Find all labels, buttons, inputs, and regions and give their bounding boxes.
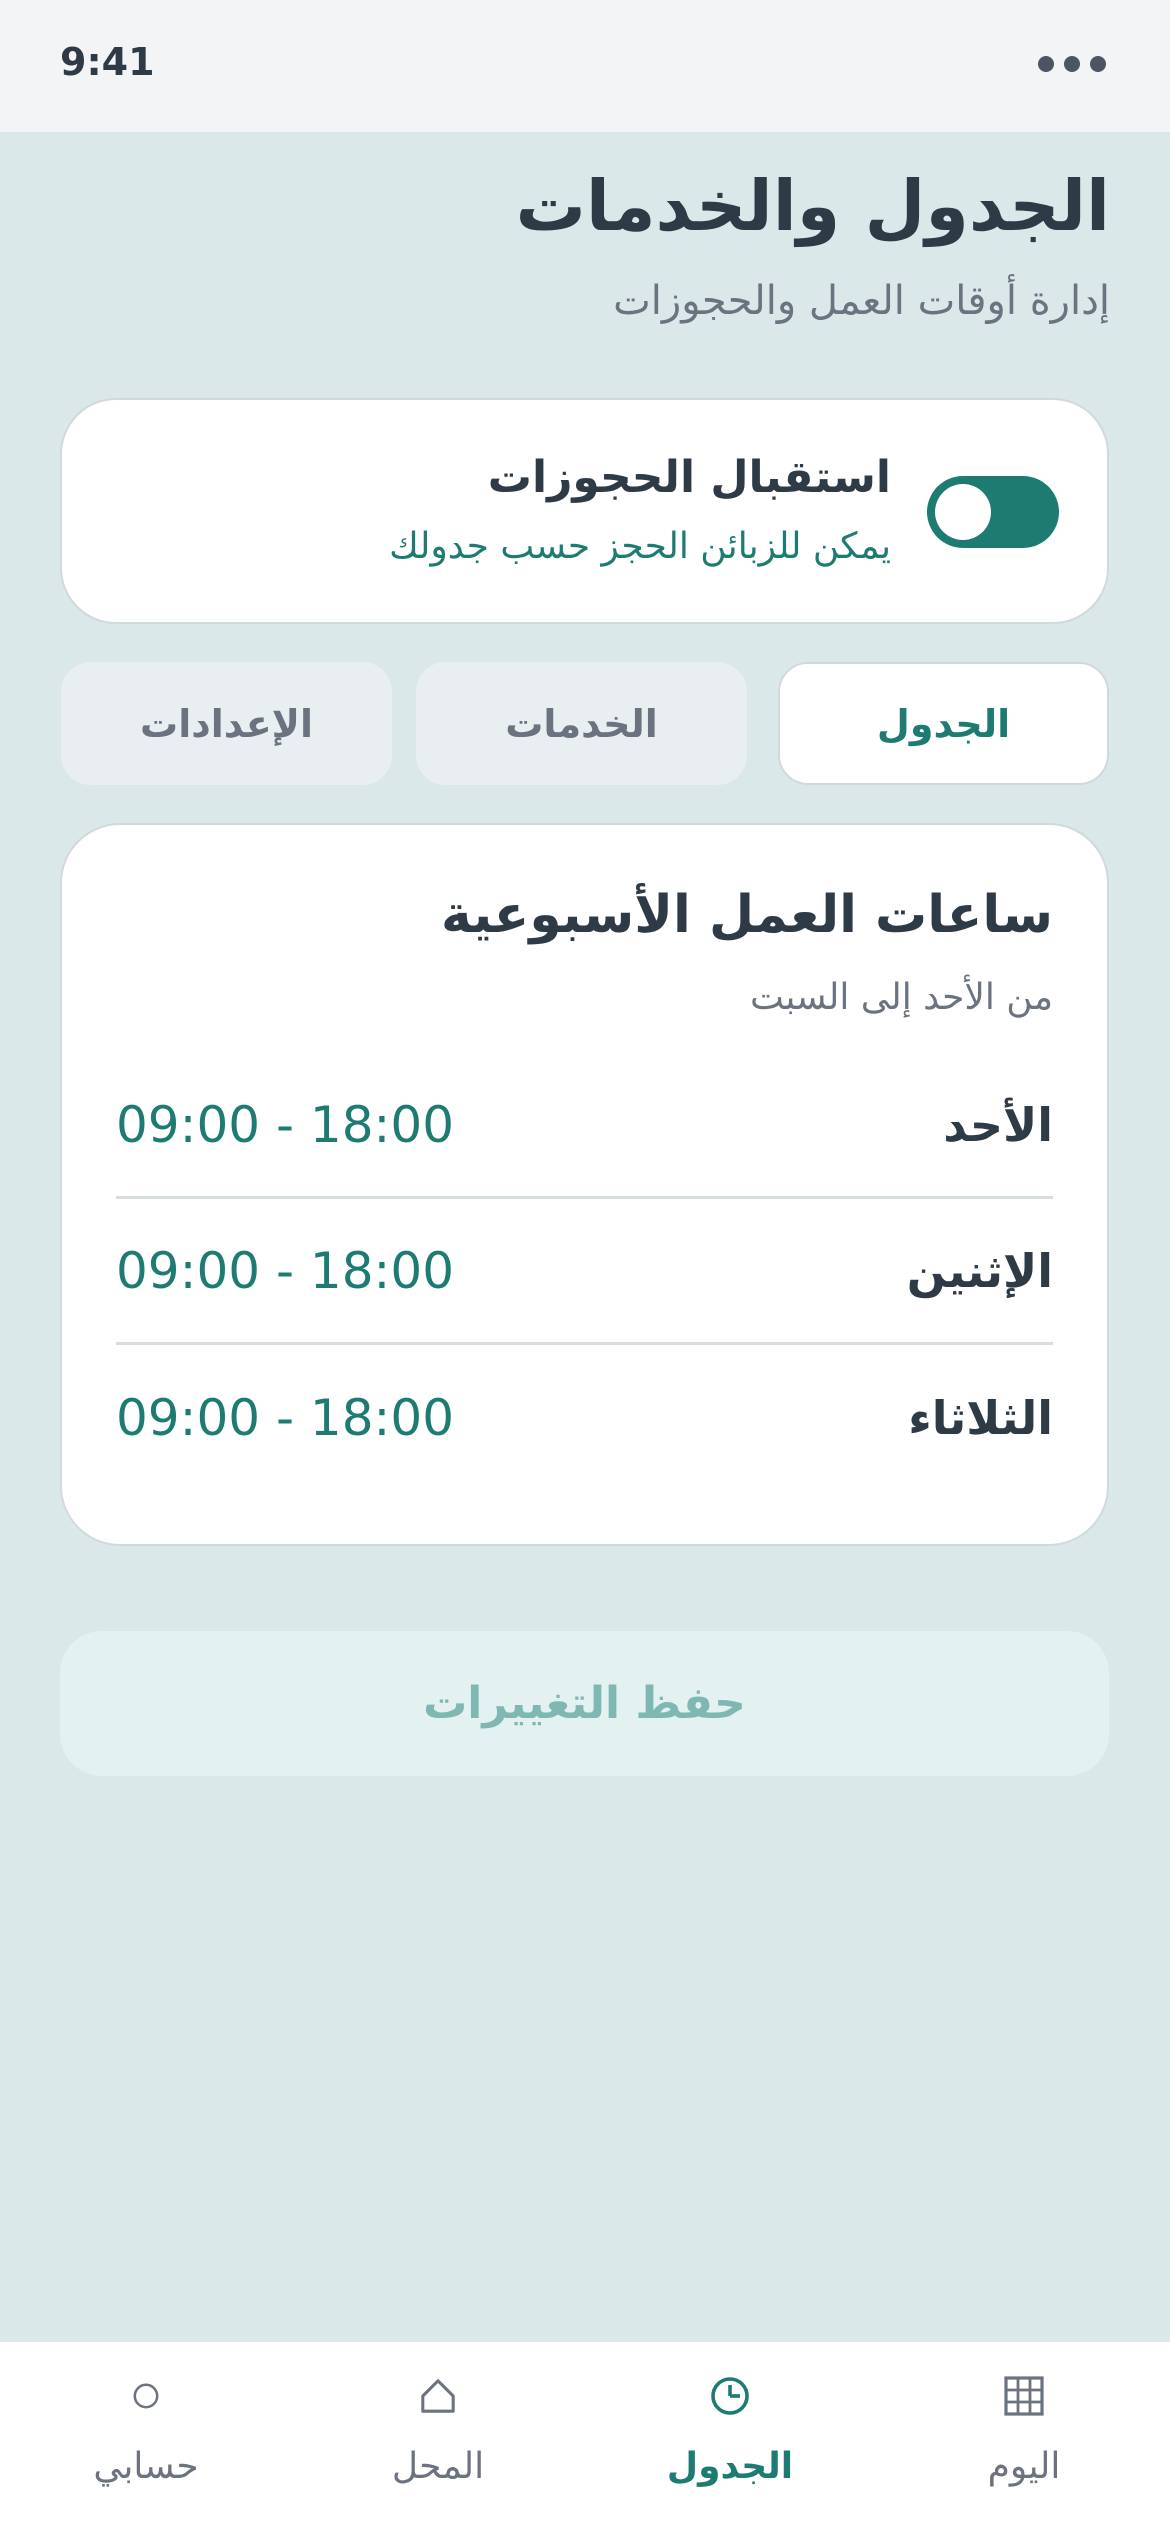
nav-label-schedule: الجدول [666, 2446, 794, 2487]
day-name: الإثنين [906, 1243, 1053, 1298]
bottom-navigation: اليوم الجدول المحل حسابي [0, 2340, 1170, 2532]
day-row-monday[interactable]: الإثنين 09:00 - 18:00 [116, 1199, 1053, 1345]
nav-label-today: اليوم [987, 2446, 1061, 2487]
nav-label-account: حسابي [93, 2446, 199, 2487]
weekly-hours-subtitle: من الأحد إلى السبت [750, 977, 1053, 1018]
booking-toggle-card: استقبال الحجوزات يمكن للزبائن الحجز حسب … [60, 398, 1109, 624]
nav-item-schedule[interactable]: الجدول [630, 2366, 830, 2516]
tab-settings[interactable]: الإعدادات [61, 662, 392, 785]
profile-circle-icon [46, 2366, 246, 2426]
tab-schedule[interactable]: الجدول [778, 662, 1109, 785]
day-hours: 09:00 - 18:00 [116, 1241, 455, 1300]
app-screen: 9:41 الجدول والخدمات إدارة أوقات العمل و… [0, 0, 1170, 2532]
day-hours: 09:00 - 18:00 [116, 1095, 455, 1154]
day-name: الأحد [943, 1097, 1053, 1152]
save-changes-button[interactable]: حفظ التغييرات [60, 1631, 1109, 1776]
clock-icon [630, 2366, 830, 2426]
nav-item-account[interactable]: حسابي [46, 2366, 246, 2516]
nav-label-shop: المحل [391, 2446, 485, 2487]
page-title: الجدول والخدمات [515, 165, 1110, 247]
weekly-hours-title: ساعات العمل الأسبوعية [441, 885, 1053, 945]
more-dots-icon[interactable] [1038, 56, 1106, 72]
booking-toggle-switch[interactable] [927, 476, 1059, 548]
calendar-grid-icon [924, 2366, 1124, 2426]
nav-item-shop[interactable]: المحل [338, 2366, 538, 2516]
status-time: 9:41 [60, 40, 155, 84]
weekly-hours-card: ساعات العمل الأسبوعية من الأحد إلى السبت… [60, 823, 1109, 1546]
day-name: الثلاثاء [908, 1391, 1053, 1445]
day-row-sunday[interactable]: الأحد 09:00 - 18:00 [116, 1053, 1053, 1199]
day-row-tuesday[interactable]: الثلاثاء 09:00 - 18:00 [116, 1345, 1053, 1491]
nav-item-today[interactable]: اليوم [924, 2366, 1124, 2516]
booking-toggle-title: استقبال الحجوزات [487, 452, 891, 503]
toggle-knob [935, 484, 991, 540]
tab-services[interactable]: الخدمات [416, 662, 747, 785]
status-bar: 9:41 [0, 0, 1170, 132]
day-hours: 09:00 - 18:00 [116, 1389, 455, 1447]
page-subtitle: إدارة أوقات العمل والحجوزات [613, 278, 1110, 324]
booking-toggle-description: يمكن للزبائن الحجز حسب جدولك [389, 526, 891, 567]
home-icon [338, 2366, 538, 2426]
